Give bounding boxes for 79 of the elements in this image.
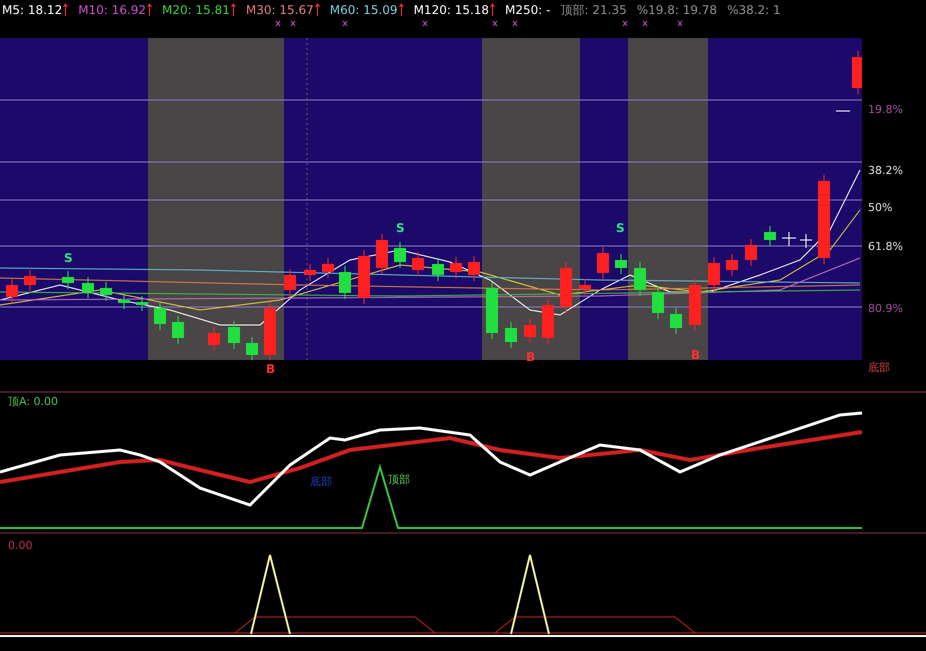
cross-mark-icon <box>642 20 648 26</box>
candlestick <box>100 282 112 302</box>
buy-signal-label: B <box>691 349 700 361</box>
sell-signal-label: S <box>616 222 625 234</box>
candlestick <box>376 234 388 274</box>
doji-candlestick <box>782 232 796 246</box>
candlestick <box>764 226 776 246</box>
candlestick <box>284 268 296 296</box>
cross-mark-icon <box>290 20 296 26</box>
cross-mark-icon <box>492 20 498 26</box>
price-tick <box>836 110 850 112</box>
candlestick <box>450 256 462 278</box>
candlestick <box>322 258 334 278</box>
fibonacci-level-label: 50% <box>868 202 892 213</box>
fibonacci-level-label: 38.2% <box>868 165 903 176</box>
candlestick <box>468 256 480 282</box>
top-label: 顶部 <box>388 474 410 485</box>
candlestick <box>264 302 276 360</box>
candlestick <box>726 254 738 276</box>
candlestick <box>24 270 36 292</box>
buy-signal-label: B <box>526 351 536 363</box>
candlestick <box>486 282 498 340</box>
candlestick <box>412 252 424 276</box>
candlestick <box>82 276 94 298</box>
cross-mark-icon <box>342 20 348 26</box>
oscillator-title: 顶A: 0.00 <box>8 396 58 407</box>
indicator-value: M20: 15.81 <box>162 2 230 19</box>
buy-signal-label: B <box>266 363 276 375</box>
candlestick <box>615 254 627 274</box>
candlestick <box>852 50 862 94</box>
indicator-value: %38.2: 1 <box>727 2 781 19</box>
signal-panel-title: 0.00 <box>8 540 32 551</box>
candlestick <box>228 320 240 350</box>
candlestick <box>6 278 18 304</box>
indicator-value: M10: 16.92 <box>78 2 146 19</box>
sell-signal-label: S <box>64 252 73 264</box>
indicator-value: %19.8: 19.78 <box>636 2 718 19</box>
cross-mark-icon <box>622 20 628 26</box>
fibonacci-level-label: 61.8% <box>868 241 903 252</box>
indicator-value: M30: 15.67 <box>246 2 314 19</box>
candlestick <box>394 242 406 268</box>
candlestick <box>597 246 609 280</box>
candlestick <box>136 296 148 312</box>
candlestick <box>670 308 682 334</box>
cross-mark-icon <box>422 20 428 26</box>
bottom-label: 底部 <box>310 476 332 487</box>
indicator-value: M120: 15.18 <box>414 2 490 19</box>
candlestick <box>154 302 166 330</box>
candlestick <box>339 266 351 300</box>
fibonacci-level-label: 19.8% <box>868 104 903 115</box>
candlestick <box>708 256 720 292</box>
indicator-value: M5: 18.12 <box>2 2 62 19</box>
indicator-value: 顶部: 21.35 <box>560 2 627 19</box>
candlestick <box>118 294 130 310</box>
indicator-value: M60: 15.09 <box>330 2 398 19</box>
doji-candlestick <box>800 234 812 248</box>
candlestick <box>634 262 646 296</box>
candlestick <box>358 250 370 304</box>
candlestick <box>62 270 74 290</box>
candlestick <box>689 278 701 332</box>
candlestick <box>652 286 664 320</box>
candlestick <box>505 322 517 348</box>
bottom-label: 底部 <box>868 362 890 373</box>
candlestick <box>246 336 258 360</box>
candlestick <box>432 258 444 282</box>
candlestick <box>560 262 572 314</box>
fibonacci-level-label: 80.9% <box>868 303 903 314</box>
candlestick <box>172 316 184 344</box>
candlestick <box>524 318 536 344</box>
cross-mark-icon <box>678 20 682 26</box>
sell-signal-label: S <box>396 222 405 234</box>
candlestick <box>745 238 757 266</box>
indicator-value: M250: - <box>505 2 550 19</box>
candlestick <box>208 326 220 352</box>
cross-mark-icon <box>276 20 280 26</box>
cross-mark-icon <box>512 20 518 26</box>
candlestick <box>304 264 316 282</box>
candlestick <box>579 278 591 296</box>
candlestick <box>542 298 554 344</box>
